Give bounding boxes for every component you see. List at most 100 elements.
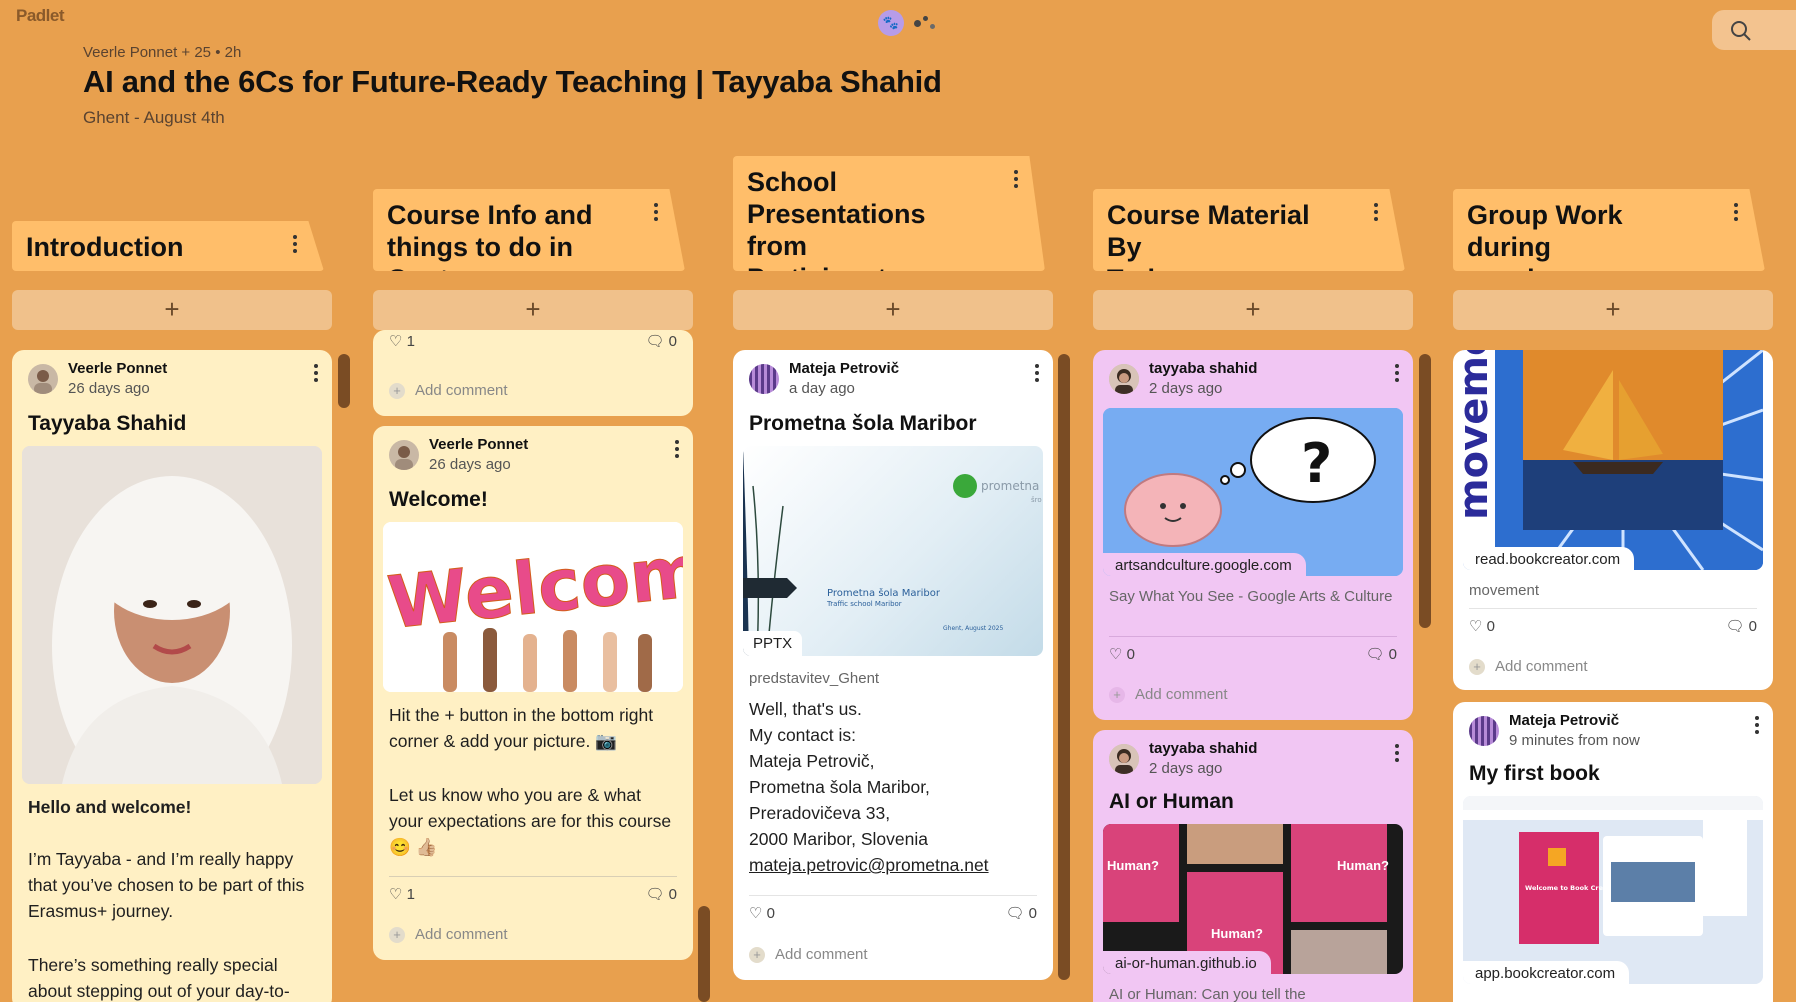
column-menu-icon[interactable]: [1373, 203, 1379, 223]
post-time: a day ago: [789, 380, 855, 397]
add-comment-label: Add comment: [1135, 686, 1228, 703]
post-card[interactable]: Mateja Petrovič a day ago Prometna šola …: [733, 350, 1053, 980]
comment-button[interactable]: 🗨 0: [1725, 617, 1757, 635]
pptx-attachment[interactable]: prometna š šro Prometna šola Maribor Tra…: [743, 446, 1043, 656]
column-menu-icon[interactable]: [292, 235, 298, 255]
board-title: AI and the 6Cs for Future-Ready Teaching…: [83, 64, 942, 99]
add-post-button[interactable]: +: [12, 290, 332, 330]
padlet-logo[interactable]: Padlet: [16, 6, 65, 26]
post-time: 26 days ago: [429, 456, 511, 473]
post-time: 9 minutes from now: [1509, 732, 1640, 749]
add-comment-button[interactable]: + Add comment: [389, 926, 508, 943]
link-preview[interactable]: ? artsandculture.google.com: [1103, 408, 1403, 576]
column-title: School: [747, 167, 838, 197]
post-card[interactable]: Veerle Ponnet 26 days ago Tayyaba Shahid…: [12, 350, 332, 1002]
add-post-button[interactable]: +: [1093, 290, 1413, 330]
like-button[interactable]: ♡ 0: [1109, 645, 1135, 663]
column-scrollbar[interactable]: [1058, 354, 1070, 980]
like-button[interactable]: ♡ 1: [389, 332, 415, 350]
add-post-button[interactable]: +: [733, 290, 1053, 330]
author-name: Veerle Ponnet: [429, 436, 529, 453]
like-count: 0: [1486, 618, 1495, 635]
like-button[interactable]: ♡ 0: [1469, 617, 1495, 635]
plus-icon: +: [749, 947, 765, 963]
post-title: Tayyaba Shahid: [28, 412, 187, 435]
more-options-icon[interactable]: [912, 14, 938, 34]
post-menu-icon[interactable]: [1755, 716, 1759, 737]
post-menu-icon[interactable]: [675, 440, 679, 461]
author-name: tayyaba shahid: [1149, 360, 1258, 377]
column-header-school-presentations[interactable]: School Presentations from Participants: [733, 156, 1045, 271]
column-title: Course Info and: [387, 200, 593, 230]
add-comment-button[interactable]: + Add comment: [389, 382, 508, 399]
comment-count: 0: [668, 886, 677, 903]
comment-count: 0: [1388, 646, 1397, 663]
link-description: AI or Human: Can you tell the: [1109, 986, 1306, 1002]
avatar: [1109, 364, 1139, 394]
post-title: Prometna šola Maribor: [749, 412, 977, 435]
post-menu-icon[interactable]: [1035, 364, 1039, 385]
add-comment-button[interactable]: + Add comment: [1469, 658, 1588, 675]
slide-subtitle: Traffic school Maribor: [826, 600, 902, 608]
post-body: Let us know who you are & what your expe…: [389, 785, 672, 857]
search-button[interactable]: [1712, 10, 1796, 50]
post-menu-icon[interactable]: [314, 364, 318, 385]
column-header-group-work[interactable]: Group Work during session: [1453, 189, 1765, 271]
photo-tile: Human?: [1291, 824, 1389, 922]
column-header-course-material[interactable]: Course Material By Trainer: [1093, 189, 1405, 271]
comment-button[interactable]: 🗨 0: [645, 885, 677, 903]
column-scrollbar[interactable]: [698, 906, 710, 1002]
post-menu-icon[interactable]: [1395, 744, 1399, 765]
column-scrollbar[interactable]: [338, 354, 350, 408]
cover-word: moveme: [1463, 350, 1497, 520]
post-card[interactable]: ♡ 1 🗨 0 + Add comment: [373, 330, 693, 416]
brain-question-illustration: ?: [1103, 408, 1403, 576]
link-preview[interactable]: Welcome to Book Creator app.bookcreator.…: [1463, 796, 1763, 984]
post-body-line: Well, that's us.: [749, 699, 862, 719]
add-comment-button[interactable]: + Add comment: [749, 946, 868, 963]
column-title: Presentations from: [747, 199, 926, 261]
comment-button[interactable]: 🗨 0: [645, 332, 677, 350]
column-title: Course Material By: [1107, 200, 1310, 262]
post-reactions: ♡ 0 🗨 0: [1469, 608, 1757, 638]
svg-text:?: ?: [1301, 432, 1332, 495]
column-title: Group Work during: [1467, 200, 1623, 262]
avatar: [389, 440, 419, 470]
post-card[interactable]: tayyaba shahid 2 days ago ? artsandcultu…: [1093, 350, 1413, 720]
post-menu-icon[interactable]: [1395, 364, 1399, 385]
user-avatar[interactable]: 🐾: [878, 10, 904, 36]
post-time: 26 days ago: [68, 380, 150, 397]
profile-photo[interactable]: [22, 446, 322, 784]
post-body: Hit the + button in the bottom right cor…: [389, 705, 654, 751]
like-button[interactable]: ♡ 1: [389, 885, 415, 903]
link-domain: read.bookcreator.com: [1463, 547, 1635, 570]
file-name: predstavitev_Ghent: [749, 670, 880, 687]
post-card[interactable]: Veerle Ponnet 26 days ago Welcome! Welco…: [373, 426, 693, 960]
post-card[interactable]: moveme read.bookcreator.com movement ♡ 0…: [1453, 350, 1773, 690]
welcome-image[interactable]: Welcome: [383, 522, 683, 692]
column-title: Introduction: [26, 232, 184, 262]
column-header-course-info[interactable]: Course Info and things to do in Gent: [373, 189, 685, 271]
column-header-introduction[interactable]: Introduction: [12, 221, 324, 271]
link-preview[interactable]: moveme read.bookcreator.com: [1463, 350, 1763, 570]
post-card[interactable]: tayyaba shahid 2 days ago AI or Human Hu…: [1093, 730, 1413, 1002]
column-menu-icon[interactable]: [653, 203, 659, 223]
add-comment-button[interactable]: + Add comment: [1109, 686, 1228, 703]
post-reactions: ♡ 0 🗨 0: [1109, 636, 1397, 666]
link-domain: artsandculture.google.com: [1103, 553, 1306, 576]
like-button[interactable]: ♡ 0: [749, 904, 775, 922]
post-card[interactable]: Mateja Petrovič 9 minutes from now My fi…: [1453, 702, 1773, 1002]
add-post-button[interactable]: +: [373, 290, 693, 330]
slide-logo-subtext: šro: [1031, 496, 1042, 504]
column-scrollbar[interactable]: [1419, 354, 1431, 628]
add-post-button[interactable]: +: [1453, 290, 1773, 330]
column-menu-icon[interactable]: [1013, 170, 1019, 190]
post-body: I’m Tayyaba - and I’m really happy that …: [28, 849, 305, 921]
link-preview[interactable]: Human? Human? Human? ai-or-human.github.…: [1103, 824, 1403, 974]
comment-button[interactable]: 🗨 0: [1365, 645, 1397, 663]
comment-button[interactable]: 🗨 0: [1005, 904, 1037, 922]
avatar: [28, 364, 58, 394]
column-menu-icon[interactable]: [1733, 203, 1739, 223]
post-title: My first book: [1469, 762, 1600, 785]
email-link[interactable]: mateja.petrovic@prometna.net: [749, 852, 1037, 878]
